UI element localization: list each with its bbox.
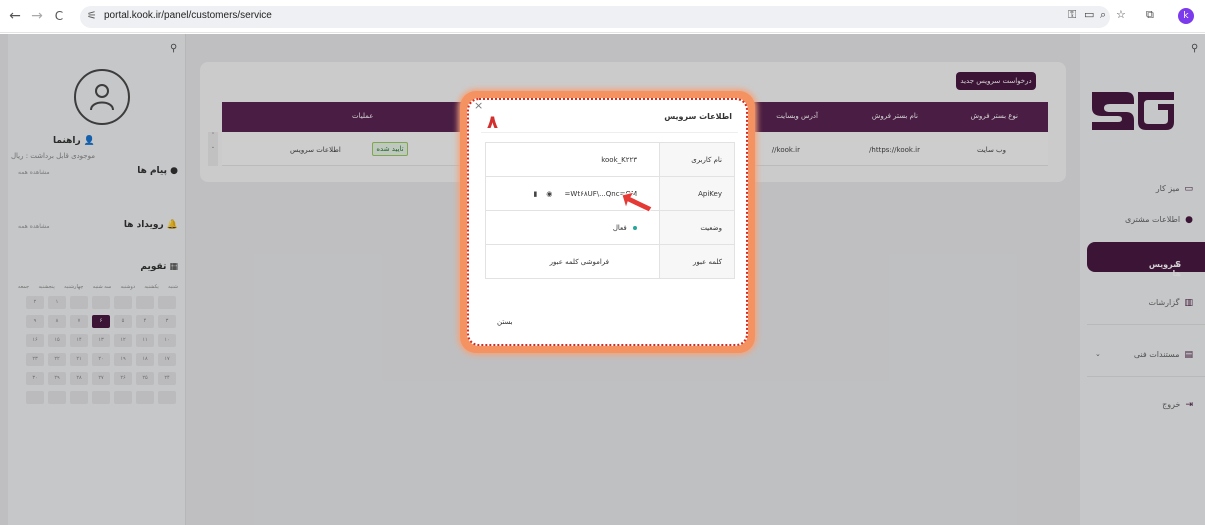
modal-divider: [481, 132, 738, 133]
close-icon[interactable]: ×: [474, 99, 483, 112]
step-number: ۸: [487, 112, 498, 133]
apikey-label: ApiKey: [659, 176, 735, 211]
forward-icon[interactable]: →: [28, 7, 46, 25]
back-icon[interactable]: ←: [6, 7, 24, 25]
forgot-password-link[interactable]: فراموشی کلمه عبور: [485, 244, 660, 279]
table-row: kook_K۲۲۳ نام کاربری: [485, 142, 735, 177]
table-row: ▮ ◉ =Wt۶۸UF\...Qnc=QM ApiKey: [485, 176, 735, 211]
status-label: وضعیت: [659, 210, 735, 245]
password-label: کلمه عبور: [659, 244, 735, 279]
address-bar[interactable]: ⚟ portal.kook.ir/panel/customers/service: [80, 6, 1110, 28]
pointer-arrow-icon: [621, 191, 653, 213]
url-text: portal.kook.ir/panel/customers/service: [104, 10, 272, 21]
zoom-icon[interactable]: ⌕: [1100, 8, 1106, 22]
service-info-table: kook_K۲۲۳ نام کاربری ▮ ◉ =Wt۶۸UF\...Qnc=…: [485, 142, 735, 279]
profile-avatar[interactable]: k: [1178, 8, 1194, 24]
bookmark-star-icon[interactable]: ☆: [1116, 8, 1126, 21]
table-row: فعال وضعیت: [485, 210, 735, 245]
status-value: فعال: [612, 223, 627, 232]
password-key-icon[interactable]: ⚿: [1068, 8, 1076, 22]
modal-title: اطلاعات سرویس: [664, 112, 732, 121]
copy-icon[interactable]: ▮: [533, 190, 537, 198]
reload-icon[interactable]: C: [50, 7, 68, 25]
browser-toolbar: ← → C ⚟ portal.kook.ir/panel/customers/s…: [0, 0, 1205, 33]
api-actions: ▮ ◉: [533, 190, 552, 198]
extensions-icon[interactable]: ⧉: [1146, 8, 1154, 22]
username-value: kook_K۲۲۳: [485, 142, 660, 177]
table-row: فراموشی کلمه عبور کلمه عبور: [485, 244, 735, 279]
close-button[interactable]: بستن: [497, 318, 513, 326]
username-label: نام کاربری: [659, 142, 735, 177]
service-info-modal: × ۸ اطلاعات سرویس kook_K۲۲۳ نام کاربری ▮…: [467, 98, 748, 346]
eye-icon[interactable]: ◉: [546, 190, 552, 198]
site-settings-icon[interactable]: ⚟: [87, 9, 97, 22]
active-dot-icon: [633, 225, 637, 230]
cast-icon[interactable]: ▭: [1084, 8, 1094, 21]
